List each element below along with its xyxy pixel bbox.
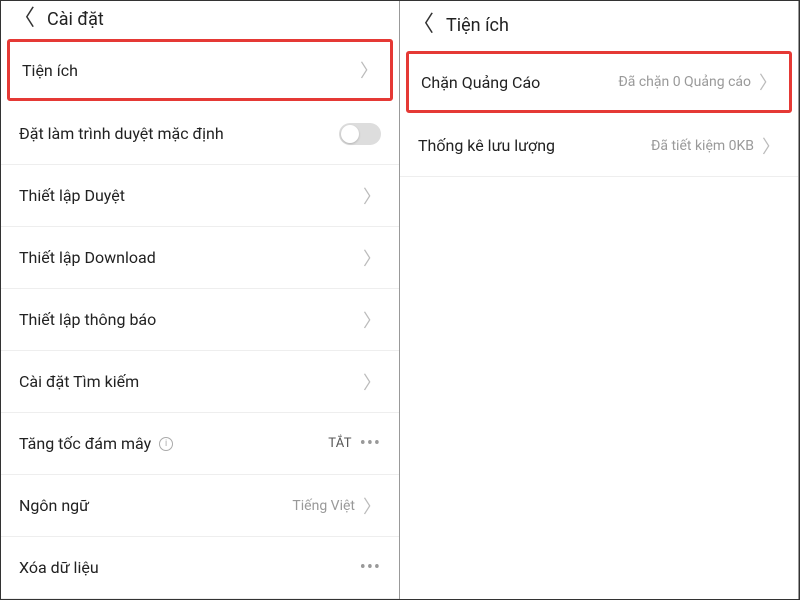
row-notification-settings[interactable]: Thiết lập thông báo 〉 [1, 289, 399, 351]
row-label: Thiết lập thông báo [19, 310, 156, 329]
utilities-list: Chặn Quảng Cáo Đã chặn 0 Quảng cáo 〉 Thố… [400, 49, 798, 177]
back-icon[interactable]: 〈 [13, 8, 35, 30]
row-label: Chặn Quảng Cáo [421, 73, 540, 92]
row-value: Đã chặn 0 Quảng cáo [618, 74, 751, 90]
row-label: Ngôn ngữ [19, 496, 89, 515]
row-browsing-settings[interactable]: Thiết lập Duyệt 〉 [1, 165, 399, 227]
row-label: Tăng tốc đám mây [19, 434, 151, 453]
back-icon[interactable]: 〈 [412, 14, 434, 36]
row-download-settings[interactable]: Thiết lập Download 〉 [1, 227, 399, 289]
chevron-right-icon: 〉 [363, 245, 381, 271]
row-clear-data[interactable]: Xóa dữ liệu ••• [1, 537, 399, 599]
row-ad-block[interactable]: Chặn Quảng Cáo Đã chặn 0 Quảng cáo 〉 [406, 51, 792, 113]
chevron-right-icon: 〉 [363, 183, 381, 209]
chevron-right-icon: 〉 [363, 307, 381, 333]
row-label: Đặt làm trình duyệt mặc định [19, 124, 224, 143]
header: 〈 Tiện ích [400, 1, 798, 49]
row-cloud-boost[interactable]: Tăng tốc đám mây i TẮT ••• [1, 413, 399, 475]
row-label: Xóa dữ liệu [19, 558, 99, 577]
row-traffic-stats[interactable]: Thống kê lưu lượng Đã tiết kiệm 0KB 〉 [400, 115, 798, 177]
row-value: TẮT [328, 436, 352, 451]
row-label: Tiện ích [22, 61, 78, 80]
row-label: Thiết lập Duyệt [19, 186, 125, 205]
toggle-switch[interactable] [339, 123, 381, 145]
row-label: Cài đặt Tìm kiếm [19, 372, 139, 391]
row-value: Tiếng Việt [292, 498, 355, 514]
row-language[interactable]: Ngôn ngữ Tiếng Việt 〉 [1, 475, 399, 537]
more-icon[interactable]: ••• [360, 433, 381, 454]
page-title: Tiện ích [446, 15, 509, 36]
chevron-right-icon: 〉 [363, 369, 381, 395]
utilities-panel: 〈 Tiện ích Chặn Quảng Cáo Đã chặn 0 Quản… [400, 1, 799, 599]
settings-list: Tiện ích 〉 Đặt làm trình duyệt mặc định … [1, 37, 399, 599]
header: 〈 Cài đặt [1, 1, 399, 37]
chevron-right-icon: 〉 [363, 493, 381, 519]
more-icon[interactable]: ••• [360, 557, 381, 578]
chevron-right-icon: 〉 [759, 69, 777, 95]
row-label: Thống kê lưu lượng [418, 136, 555, 155]
row-default-browser[interactable]: Đặt làm trình duyệt mặc định [1, 103, 399, 165]
row-utilities[interactable]: Tiện ích 〉 [7, 39, 393, 101]
page-title: Cài đặt [47, 9, 104, 30]
row-search-settings[interactable]: Cài đặt Tìm kiếm 〉 [1, 351, 399, 413]
info-icon[interactable]: i [159, 437, 173, 451]
settings-panel: 〈 Cài đặt Tiện ích 〉 Đặt làm trình duyệt… [1, 1, 400, 599]
chevron-right-icon: 〉 [762, 133, 780, 159]
chevron-right-icon: 〉 [360, 57, 378, 83]
row-value: Đã tiết kiệm 0KB [651, 138, 754, 154]
row-label: Thiết lập Download [19, 248, 156, 267]
